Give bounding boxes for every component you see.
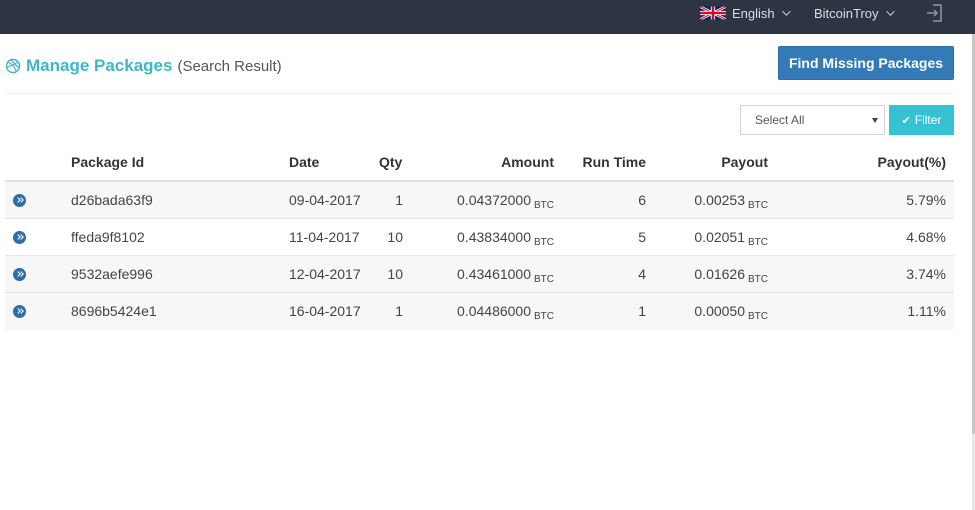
unit-label: BTC xyxy=(748,274,768,285)
page-title: Manage Packages (Search Result) xyxy=(5,56,282,76)
cell-run-time: 4 xyxy=(638,266,646,282)
cell-date: 09-04-2017 xyxy=(289,192,361,208)
find-missing-packages-button[interactable]: Find Missing Packages xyxy=(778,46,954,80)
unit-label: BTC xyxy=(748,200,768,211)
cell-qty: 1 xyxy=(395,192,403,208)
cell-package-id: 8696b5424e1 xyxy=(71,303,157,319)
expand-row-icon[interactable] xyxy=(13,268,26,281)
dropdown-arrow-icon xyxy=(872,118,878,123)
expand-row-icon[interactable] xyxy=(13,194,26,207)
user-menu[interactable]: BitcoinTroy xyxy=(814,0,895,26)
cell-amount: 0.04372000 BTC xyxy=(457,192,554,211)
cell-payout-percent: 4.68% xyxy=(906,229,946,245)
language-selector[interactable]: English xyxy=(700,0,791,26)
cell-run-time: 6 xyxy=(638,192,646,208)
filter-button[interactable]: ✔ Filter xyxy=(889,105,954,135)
cell-payout-percent: 3.74% xyxy=(906,266,946,282)
cell-qty: 1 xyxy=(395,303,403,319)
cell-package-id: 9532aefe996 xyxy=(71,266,153,282)
unit-label: BTC xyxy=(748,311,768,322)
cell-package-id: d26bada63f9 xyxy=(71,192,153,208)
header-run-time[interactable]: Run Time xyxy=(582,154,646,170)
table-row: 9532aefe996 12-04-2017 10 0.43461000 BTC … xyxy=(5,256,954,293)
check-icon: ✔ xyxy=(901,114,911,127)
select-value: Select All xyxy=(755,113,805,127)
cell-payout: 0.01626 BTC xyxy=(694,266,768,285)
filter-button-label: Filter xyxy=(914,113,942,127)
logout-icon[interactable] xyxy=(925,3,945,23)
unit-label: BTC xyxy=(748,237,768,248)
unit-label: BTC xyxy=(534,200,554,211)
package-filter-select[interactable]: Select All xyxy=(740,105,885,135)
header-amount[interactable]: Amount xyxy=(501,154,554,170)
cell-payout: 0.02051 BTC xyxy=(694,229,768,248)
cell-date: 12-04-2017 xyxy=(289,266,361,282)
page-subtitle: (Search Result) xyxy=(177,57,282,75)
cell-amount: 0.04486000 BTC xyxy=(457,303,554,322)
unit-label: BTC xyxy=(534,237,554,248)
cell-payout-percent: 5.79% xyxy=(906,192,946,208)
expand-row-icon[interactable] xyxy=(13,305,26,318)
dribbble-icon xyxy=(5,58,21,74)
cell-run-time: 1 xyxy=(638,303,646,319)
expand-row-icon[interactable] xyxy=(13,231,26,244)
header-payout-percent[interactable]: Payout(%) xyxy=(878,154,946,170)
cell-amount: 0.43834000 BTC xyxy=(457,229,554,248)
language-label: English xyxy=(732,5,775,21)
cell-payout: 0.00050 BTC xyxy=(694,303,768,322)
header-date[interactable]: Date xyxy=(289,154,319,170)
unit-label: BTC xyxy=(534,274,554,285)
cell-date: 16-04-2017 xyxy=(289,303,361,319)
header-payout[interactable]: Payout xyxy=(721,154,768,170)
cell-date: 11-04-2017 xyxy=(289,229,360,245)
cell-payout-percent: 1.11% xyxy=(907,303,946,319)
username-label: BitcoinTroy xyxy=(814,5,879,21)
page-title-text: Manage Packages xyxy=(26,56,173,75)
cell-qty: 10 xyxy=(387,266,403,282)
uk-flag-icon xyxy=(700,6,726,20)
cell-payout: 0.00253 BTC xyxy=(694,192,768,211)
top-navbar: English BitcoinTroy xyxy=(0,0,975,34)
header-qty[interactable]: Qty xyxy=(379,154,402,170)
table-row: 8696b5424e1 16-04-2017 1 0.04486000 BTC 1… xyxy=(5,293,954,330)
table-row: d26bada63f9 09-04-2017 1 0.04372000 BTC 6… xyxy=(5,182,954,219)
header-divider xyxy=(5,93,954,94)
chevron-down-icon xyxy=(885,7,895,16)
table-header: Package Id Date Qty Amount Run Time Payo… xyxy=(5,145,954,182)
cell-run-time: 5 xyxy=(638,229,646,245)
packages-table: Package Id Date Qty Amount Run Time Payo… xyxy=(5,145,954,330)
cell-amount: 0.43461000 BTC xyxy=(457,266,554,285)
cell-package-id: ffeda9f8102 xyxy=(71,229,145,245)
table-row: ffeda9f8102 11-04-2017 10 0.43834000 BTC … xyxy=(5,219,954,256)
unit-label: BTC xyxy=(534,311,554,322)
cell-qty: 10 xyxy=(387,229,403,245)
chevron-down-icon xyxy=(781,7,791,16)
header-package-id[interactable]: Package Id xyxy=(71,154,144,170)
